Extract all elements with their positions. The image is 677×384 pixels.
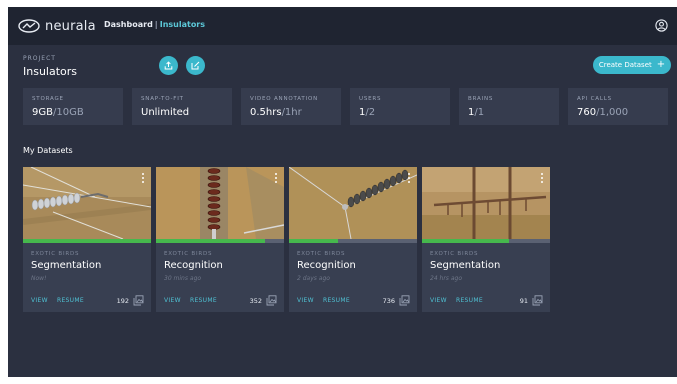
stat-label: API CALLS bbox=[577, 96, 612, 102]
view-link[interactable]: VIEW bbox=[164, 297, 181, 304]
stat-value: 9GB/10GB bbox=[32, 107, 84, 118]
more-options-icon[interactable] bbox=[142, 173, 145, 185]
progress-bar bbox=[289, 239, 417, 243]
stat-label: BRAINS bbox=[468, 96, 494, 102]
image-count: 91 bbox=[519, 297, 528, 305]
logo[interactable]: neurala bbox=[18, 17, 96, 35]
dataset-card[interactable]: EXOTIC BIRDS Segmentation 24 hrs ago VIEW RE… bbox=[422, 167, 550, 312]
stat-value: Unlimited bbox=[141, 107, 189, 118]
dataset-thumbnail[interactable] bbox=[23, 167, 151, 239]
resume-link[interactable]: RESUME bbox=[323, 297, 350, 304]
image-count: 352 bbox=[249, 297, 262, 305]
stat-card-video-annotation: VIDEO ANNOTATION 0.5hrs/1hr bbox=[241, 88, 341, 125]
dataset-timestamp: Now! bbox=[31, 275, 47, 282]
stat-value: 0.5hrs/1hr bbox=[250, 107, 302, 118]
dataset-timestamp: 24 hrs ago bbox=[430, 275, 463, 282]
stat-label: USERS bbox=[359, 96, 382, 102]
dataset-thumbnail[interactable] bbox=[156, 167, 284, 239]
stat-value: 1/2 bbox=[359, 107, 375, 118]
stat-card-storage: STORAGE 9GB/10GB bbox=[23, 88, 123, 125]
dataset-thumbnail[interactable] bbox=[289, 167, 417, 239]
upload-icon bbox=[164, 61, 173, 70]
progress-bar bbox=[422, 239, 550, 243]
create-dataset-label: Create Dataset bbox=[598, 61, 652, 69]
dataset-thumbnail[interactable] bbox=[422, 167, 550, 239]
stat-current: 760 bbox=[577, 107, 597, 118]
images-icon bbox=[399, 295, 410, 306]
stat-max: /2 bbox=[365, 107, 376, 118]
progress-bar bbox=[23, 239, 151, 243]
stat-card-brains: BRAINS 1/1 bbox=[459, 88, 559, 125]
resume-link[interactable]: RESUME bbox=[456, 297, 483, 304]
images-icon bbox=[266, 295, 277, 306]
progress-fill bbox=[289, 239, 338, 243]
dataset-title: Segmentation bbox=[31, 260, 102, 271]
dataset-category: EXOTIC BIRDS bbox=[297, 251, 346, 257]
more-options-icon[interactable] bbox=[275, 173, 278, 185]
more-options-icon[interactable] bbox=[541, 173, 544, 185]
stat-current: 9GB bbox=[32, 107, 53, 118]
dataset-title: Recognition bbox=[164, 260, 223, 271]
dataset-category: EXOTIC BIRDS bbox=[164, 251, 213, 257]
stat-label: SNAP-TO-FIT bbox=[141, 96, 184, 102]
image-count: 192 bbox=[116, 297, 129, 305]
dataset-category: EXOTIC BIRDS bbox=[430, 251, 479, 257]
dataset-category: EXOTIC BIRDS bbox=[31, 251, 80, 257]
stat-card-snap-to-fit: SNAP-TO-FIT Unlimited bbox=[132, 88, 232, 125]
more-options-icon[interactable] bbox=[408, 173, 411, 185]
neurala-logo-icon bbox=[18, 19, 40, 33]
view-link[interactable]: VIEW bbox=[297, 297, 314, 304]
stat-value: 760/1,000 bbox=[577, 107, 628, 118]
dataset-card[interactable]: EXOTIC BIRDS Recognition 30 mins ago VIEW RE… bbox=[156, 167, 284, 312]
create-dataset-button[interactable]: Create Dataset + bbox=[593, 56, 671, 74]
breadcrumb: Dashboard | Insulators bbox=[104, 20, 205, 29]
progress-fill bbox=[422, 239, 510, 243]
logo-text: neurala bbox=[45, 18, 96, 34]
dataset-card[interactable]: EXOTIC BIRDS Recognition 2 days ago VIEW RES… bbox=[289, 167, 417, 312]
progress-fill bbox=[156, 239, 265, 243]
images-icon bbox=[532, 295, 543, 306]
resume-link[interactable]: RESUME bbox=[190, 297, 217, 304]
dataset-card[interactable]: EXOTIC BIRDS Segmentation Now! VIEW RESUME 19… bbox=[23, 167, 151, 312]
stat-max: /1,000 bbox=[596, 107, 629, 118]
upload-button[interactable] bbox=[159, 56, 178, 75]
plus-icon: + bbox=[656, 59, 666, 70]
stat-current: Unlimited bbox=[141, 107, 190, 118]
stat-max: /1hr bbox=[281, 107, 302, 118]
dataset-title: Segmentation bbox=[430, 260, 501, 271]
progress-bar bbox=[156, 239, 284, 243]
progress-fill bbox=[23, 239, 151, 243]
stat-value: 1/1 bbox=[468, 107, 484, 118]
user-circle-icon[interactable] bbox=[655, 19, 668, 32]
project-name: Insulators bbox=[23, 65, 78, 78]
dataset-timestamp: 2 days ago bbox=[297, 275, 330, 282]
dataset-title: Recognition bbox=[297, 260, 356, 271]
edit-icon bbox=[191, 61, 200, 70]
breadcrumb-dashboard-link[interactable]: Dashboard bbox=[104, 20, 153, 29]
stat-max: /1 bbox=[474, 107, 485, 118]
view-link[interactable]: VIEW bbox=[430, 297, 447, 304]
breadcrumb-separator: | bbox=[154, 20, 158, 29]
view-link[interactable]: VIEW bbox=[31, 297, 48, 304]
datasets-section-title: My Datasets bbox=[23, 146, 73, 155]
image-count: 736 bbox=[382, 297, 395, 305]
stat-current: 0.5hrs bbox=[250, 107, 282, 118]
stat-max: /10GB bbox=[52, 107, 84, 118]
usage-stats: STORAGE 9GB/10GB SNAP-TO-FIT Unlimited VIDEO… bbox=[23, 88, 669, 125]
dataset-timestamp: 30 mins ago bbox=[164, 275, 202, 282]
stat-label: STORAGE bbox=[32, 96, 64, 102]
top-navigation-bar: neurala Dashboard | Insulators bbox=[8, 7, 677, 45]
breadcrumb-current: Insulators bbox=[159, 20, 206, 29]
project-label: PROJECT bbox=[23, 55, 56, 62]
resume-link[interactable]: RESUME bbox=[57, 297, 84, 304]
stat-card-api-calls: API CALLS 760/1,000 bbox=[568, 88, 668, 125]
edit-button[interactable] bbox=[186, 56, 205, 75]
stat-card-users: USERS 1/2 bbox=[350, 88, 450, 125]
images-icon bbox=[133, 295, 144, 306]
stat-label: VIDEO ANNOTATION bbox=[250, 96, 318, 102]
app-window: neurala Dashboard | Insulators PROJECT Ins… bbox=[8, 7, 677, 377]
